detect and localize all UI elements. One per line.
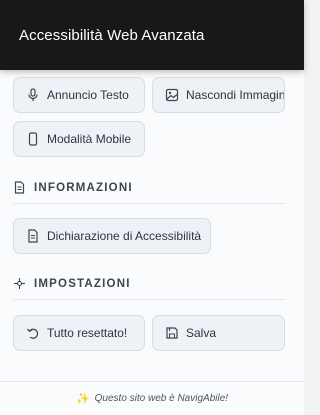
info-divider	[13, 203, 285, 204]
info-section-header: INFORMAZIONI	[13, 181, 133, 194]
hide-images-label: Nascondi Immagini	[186, 88, 285, 102]
reset-button[interactable]: Tutto resettato!	[13, 315, 145, 351]
announce-text-label: Annuncio Testo	[47, 88, 129, 102]
reset-label: Tutto resettato!	[47, 326, 128, 340]
mobile-mode-label: Modalità Mobile	[47, 132, 132, 146]
panel-header: Accessibilità Web Avanzata	[0, 0, 304, 70]
footer: ✨ Questo sito web è NavigAbile!	[0, 382, 304, 415]
hide-images-button[interactable]: Nascondi Immagini	[152, 77, 285, 113]
accessibility-statement-button[interactable]: Dichiarazione di Accessibilità	[13, 218, 211, 254]
mobile-mode-button[interactable]: Modalità Mobile	[13, 121, 145, 157]
settings-section-header: IMPOSTAZIONI	[13, 277, 131, 290]
smartphone-icon	[26, 132, 40, 146]
sparkle-icon: ✨	[75, 393, 90, 405]
panel-title: Accessibilità Web Avanzata	[19, 27, 205, 44]
save-icon	[165, 326, 179, 340]
microphone-icon	[26, 88, 40, 102]
announce-text-button[interactable]: Annuncio Testo	[13, 77, 145, 113]
save-button[interactable]: Salva	[152, 315, 285, 351]
footer-text: Questo sito web è NavigAbile!	[94, 393, 229, 404]
document-icon	[26, 229, 40, 243]
undo-icon	[26, 326, 40, 340]
save-label: Salva	[186, 326, 217, 340]
info-section-title: INFORMAZIONI	[34, 181, 133, 194]
accessibility-statement-label: Dichiarazione di Accessibilità	[47, 229, 202, 243]
document-icon	[13, 181, 26, 194]
image-icon	[165, 88, 179, 102]
settings-section-title: IMPOSTAZIONI	[34, 277, 131, 290]
settings-divider	[13, 299, 285, 300]
settings-sparkle-icon	[13, 277, 26, 290]
